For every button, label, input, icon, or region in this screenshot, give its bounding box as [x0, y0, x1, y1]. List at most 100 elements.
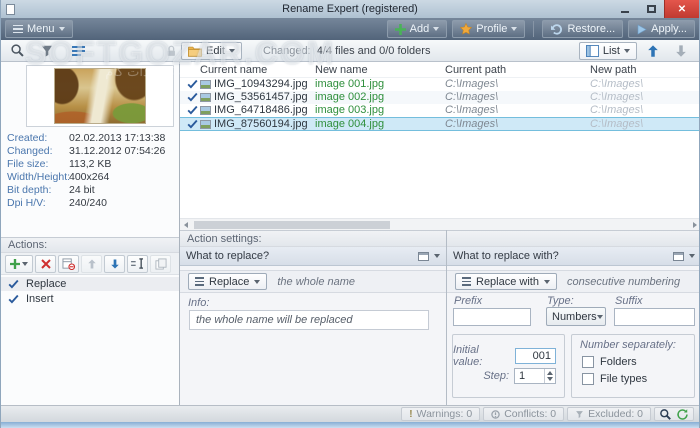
folders-checkbox[interactable] [582, 356, 594, 368]
search-icon[interactable] [659, 408, 672, 421]
close-button[interactable]: ✕ [664, 0, 699, 18]
profile-button[interactable]: Profile [452, 20, 526, 38]
apply-button[interactable]: Apply... [628, 20, 695, 38]
panel-window-icon[interactable] [673, 251, 684, 261]
column-header-new-path[interactable]: New path [590, 64, 636, 76]
move-action-up-button[interactable] [81, 254, 102, 273]
remove-all-actions-button[interactable] [58, 254, 79, 273]
add-button[interactable]: Add [386, 20, 448, 38]
warning-icon: ! [409, 408, 413, 420]
meta-value: 400x264 [69, 170, 110, 183]
column-header-current-path[interactable]: Current path [445, 64, 506, 76]
checkmark-icon[interactable] [187, 92, 198, 102]
prefix-input[interactable] [453, 308, 531, 326]
file-list: Current name New name Current path New p… [180, 62, 699, 218]
meta-label: Created: [7, 131, 48, 144]
warnings-status: ! Warnings: 0 [401, 407, 481, 421]
file-row[interactable]: IMG_53561457.jpg image 002.jpg C:\Images… [180, 91, 699, 104]
details-toggle-button[interactable] [67, 41, 91, 61]
settings-divider-vertical[interactable] [446, 230, 447, 405]
file-row[interactable]: IMG_64718486.jpg image 003.jpg C:\Images… [180, 104, 699, 117]
lock-icon[interactable] [164, 44, 178, 58]
filter-button[interactable] [35, 41, 59, 61]
replace-with-combo-strip: Replace with consecutive numbering [447, 270, 699, 293]
replace-with-panel-title: What to replace with? [453, 250, 559, 262]
window-bottom-border [1, 422, 699, 428]
duplicate-action-button[interactable] [150, 254, 171, 273]
preview-panel: Created: 02.02.2013 17:13:38 Changed: 31.1… [1, 62, 179, 230]
minimize-button[interactable] [612, 0, 638, 18]
replace-panel-titlebar: What to replace? [180, 247, 446, 266]
edit-button[interactable]: Edit [181, 41, 242, 60]
checkmark-icon[interactable] [8, 279, 19, 289]
type-dropdown[interactable]: Numbers [546, 307, 606, 326]
horizontal-scrollbar[interactable] [180, 218, 699, 230]
new-name-cell: image 001.jpg [315, 78, 385, 90]
step-stepper[interactable]: 1 [514, 368, 556, 384]
plus-icon [10, 258, 20, 269]
restore-button[interactable]: Restore... [542, 20, 624, 38]
rename-action-button[interactable] [127, 254, 148, 273]
view-mode-label: List [602, 44, 620, 57]
remove-action-button[interactable] [35, 254, 56, 273]
replace-mode-dropdown[interactable]: Replace [188, 273, 268, 290]
file-row[interactable]: IMG_10943294.jpg image 001.jpg C:\Images… [180, 78, 699, 91]
move-up-button[interactable] [641, 41, 665, 61]
move-action-down-button[interactable] [104, 254, 125, 273]
action-item-insert[interactable]: Insert [1, 292, 179, 306]
excluded-status: Excluded: 0 [567, 407, 651, 421]
replace-mode-label: Replace [209, 275, 250, 288]
clear-list-icon [62, 257, 75, 270]
type-label: Type: [547, 295, 574, 307]
view-mode-dropdown[interactable]: List [578, 41, 637, 60]
scroll-left-button[interactable] [180, 221, 192, 228]
list-toolbar: Edit Changed: 4/4 files and 0/0 folders … [1, 40, 699, 62]
current-path-cell: C:\Images\ [445, 104, 499, 116]
current-name-cell: IMG_64718486.jpg [214, 104, 308, 116]
suffix-input[interactable] [614, 308, 695, 326]
refresh-icon[interactable] [676, 408, 689, 421]
move-down-button[interactable] [669, 41, 693, 61]
meta-label: Dpi H/V: [7, 196, 46, 209]
step-value: 1 [519, 370, 526, 382]
plus-icon [394, 23, 406, 35]
replace-with-mode-label: Replace with [476, 275, 539, 288]
actions-header-label: Actions: [8, 239, 48, 251]
changed-label: Changed: [263, 44, 311, 57]
current-path-cell: C:\Images\ [445, 78, 499, 90]
replace-with-mode-dropdown[interactable]: Replace with [455, 273, 557, 290]
file-metadata: Created: 02.02.2013 17:13:38 Changed: 31.1… [7, 131, 177, 209]
checkmark-icon[interactable] [8, 294, 19, 304]
maximize-button[interactable] [638, 0, 664, 18]
remove-x-icon [40, 258, 51, 269]
chevron-down-icon [228, 48, 235, 53]
meta-value: 113,2 KB [69, 157, 112, 170]
spinner-up-icon[interactable] [547, 371, 553, 375]
folders-checkbox-row[interactable]: Folders [582, 356, 637, 368]
panel-divider-vertical[interactable] [179, 62, 180, 405]
meta-value: 02.02.2013 17:13:38 [69, 131, 166, 144]
meta-label: Changed: [7, 144, 53, 157]
image-file-icon [200, 106, 211, 115]
scroll-right-button[interactable] [689, 221, 699, 228]
search-button[interactable] [5, 41, 29, 61]
chevron-down-icon[interactable] [434, 254, 440, 258]
file-row-selected[interactable]: IMG_87560194.jpg image 004.jpg C:\Images… [180, 117, 699, 131]
checkmark-icon[interactable] [187, 79, 198, 89]
panel-window-icon[interactable] [418, 251, 429, 261]
checkmark-icon[interactable] [187, 119, 198, 129]
checkmark-icon[interactable] [187, 105, 198, 115]
search-icon [10, 44, 24, 57]
list-lines-icon [462, 277, 471, 286]
action-item-replace[interactable]: Replace [1, 277, 179, 291]
scrollbar-thumb[interactable] [194, 220, 390, 229]
column-header-current-name[interactable]: Current name [200, 64, 267, 76]
file-types-checkbox[interactable] [582, 373, 594, 385]
initial-value-input[interactable]: 001 [514, 348, 556, 364]
menu-button[interactable]: Menu [5, 20, 73, 38]
chevron-down-icon[interactable] [689, 254, 695, 258]
spinner-down-icon[interactable] [547, 377, 553, 381]
file-types-checkbox-row[interactable]: File types [582, 373, 647, 385]
column-header-new-name[interactable]: New name [315, 64, 368, 76]
add-action-button[interactable] [5, 254, 33, 273]
